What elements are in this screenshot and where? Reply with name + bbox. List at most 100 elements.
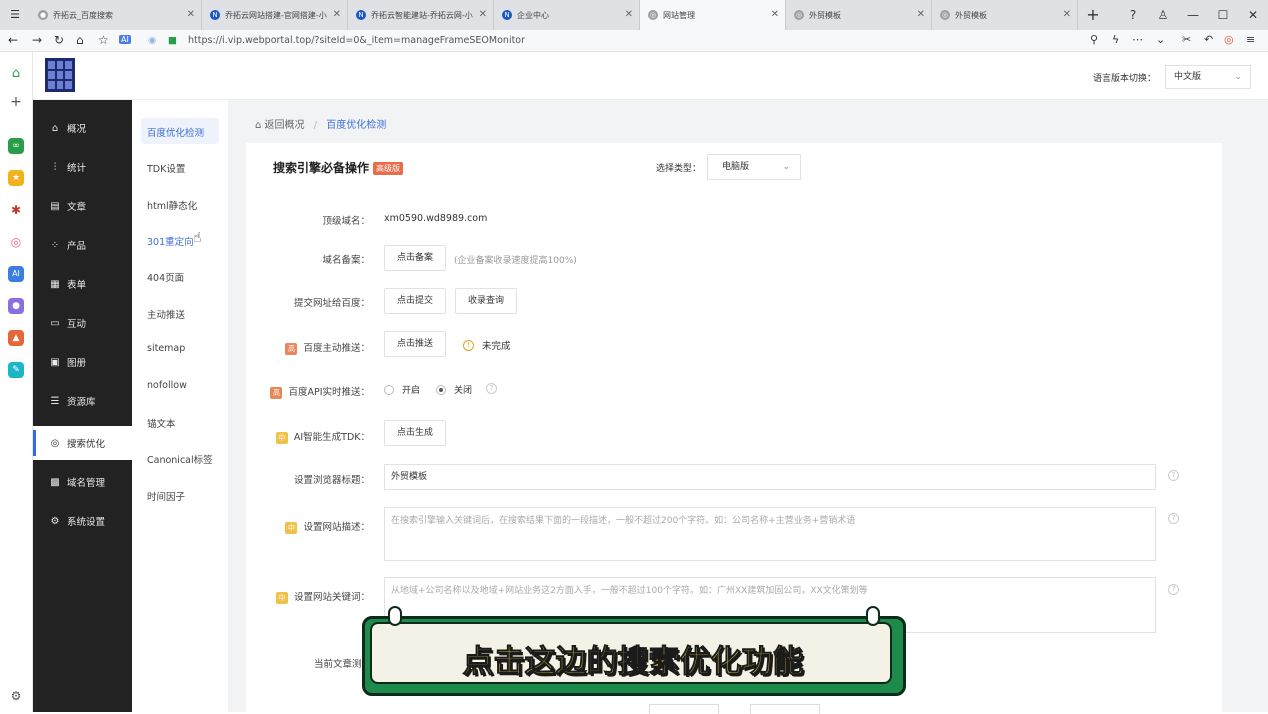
- type-label: 选择类型：: [656, 164, 702, 174]
- help-icon[interactable]: ?: [1168, 513, 1179, 524]
- home-icon[interactable]: ⌂: [76, 33, 84, 47]
- api-on-radio[interactable]: 开启: [384, 383, 420, 396]
- submit-button[interactable]: 点击提交: [384, 288, 446, 314]
- help-icon[interactable]: ?: [1168, 584, 1179, 595]
- submenu-item-anchor[interactable]: 锚文本: [147, 416, 176, 430]
- submenu-item-301[interactable]: 301重定向: [147, 234, 194, 248]
- app-header: 语言版本切换： 中文版 ⌄: [33, 52, 1268, 100]
- maximize-icon[interactable]: ☐: [1208, 0, 1238, 30]
- chevron-down-icon[interactable]: ⌄: [1156, 33, 1165, 46]
- close-icon[interactable]: ✕: [625, 9, 633, 20]
- browser-tab[interactable]: ● 乔拓云_百度搜索 ✕: [30, 0, 202, 30]
- settings-icon[interactable]: ⚙: [8, 688, 24, 704]
- close-icon[interactable]: ✕: [187, 9, 195, 20]
- more-icon[interactable]: ⋯: [1132, 33, 1143, 46]
- main-sidebar: ⌂ 概况 ⫶ 统计 ▤ 文章 ⁘ 产品 ▦ 表单 ▭ 互动 ▣ 图册 ☰ 资源库 ◎ 搜索优化 ▩…: [33, 100, 132, 712]
- sidebar-item-forms[interactable]: ▦ 表单: [33, 267, 132, 301]
- refresh-icon[interactable]: ↻: [54, 33, 64, 47]
- browser-tab[interactable]: N 企业中心 ✕: [494, 0, 640, 30]
- home-icon: ⌂: [51, 122, 59, 134]
- sidebar-item-seo[interactable]: ◎ 搜索优化: [33, 426, 132, 460]
- close-icon[interactable]: ✕: [917, 9, 925, 20]
- seo-submenu: 百度优化检测 TDK设置 html静态化 301重定向 404页面 主动推送 s…: [132, 100, 228, 712]
- browser-title-input[interactable]: 外贸模板: [384, 464, 1156, 490]
- language-select[interactable]: 中文版 ⌄: [1165, 65, 1251, 89]
- browser-tab[interactable]: N 乔拓云网站搭建-官网搭建-小 ✕: [202, 0, 348, 30]
- game-icon[interactable]: ▲: [8, 330, 24, 346]
- browser-logo-icon[interactable]: ◎: [1224, 33, 1234, 46]
- submenu-item-404[interactable]: 404页面: [147, 270, 184, 284]
- sidebar-item-stats[interactable]: ⫶ 统计: [33, 150, 132, 184]
- home-icon[interactable]: ⌂: [255, 120, 261, 131]
- submenu-item-push[interactable]: 主动推送: [147, 307, 185, 321]
- browser-tab[interactable]: ◎ 外贸模板 ✕: [932, 0, 1078, 30]
- sidebar-item-products[interactable]: ⁘ 产品: [33, 228, 132, 262]
- browser-menu-icon[interactable]: ☰: [0, 0, 30, 30]
- help-icon[interactable]: ?: [1168, 470, 1179, 481]
- star-icon[interactable]: ★: [8, 170, 24, 186]
- sidebar-item-resources[interactable]: ☰ 资源库: [33, 384, 132, 418]
- link-icon[interactable]: ∞: [8, 138, 24, 154]
- ai-generate-button[interactable]: 点击生成: [384, 420, 446, 446]
- submenu-item-canonical[interactable]: Canonical标签: [147, 452, 213, 466]
- sidebar-item-interaction[interactable]: ▭ 互动: [33, 306, 132, 340]
- ai-app-icon[interactable]: AI: [8, 266, 24, 282]
- scissors-icon[interactable]: ✂: [1182, 33, 1191, 46]
- plus-icon[interactable]: +: [8, 94, 24, 110]
- submenu-item-html-static[interactable]: html静态化: [147, 198, 197, 212]
- site-description-textarea[interactable]: 在搜索引擎输入关键词后，在搜索结果下面的一段描述，一般不超过200个字符。如：公…: [384, 507, 1156, 561]
- type-select[interactable]: 电脑版 ⌄: [707, 154, 801, 180]
- query-index-button[interactable]: 收录查询: [455, 288, 517, 314]
- submenu-item-nofollow[interactable]: nofollow: [147, 380, 187, 391]
- browser-title-value: 外贸模板: [391, 472, 428, 482]
- close-icon[interactable]: ✕: [1063, 9, 1071, 20]
- ai-swirl-icon[interactable]: ◎: [8, 234, 24, 250]
- bottom-button-partial[interactable]: [750, 704, 820, 714]
- browser-tab[interactable]: N 乔拓云智能建站-乔拓云网-小 ✕: [348, 0, 494, 30]
- beian-button[interactable]: 点击备案: [384, 245, 446, 271]
- medium-badge: 中: [285, 521, 298, 534]
- back-icon[interactable]: ←: [8, 33, 18, 47]
- sidebar-item-settings[interactable]: ⚙ 系统设置: [33, 504, 132, 538]
- help-icon[interactable]: ?: [486, 383, 497, 394]
- close-icon[interactable]: ✕: [479, 9, 487, 20]
- form-icon: ▦: [50, 278, 60, 290]
- submenu-item-time-factor[interactable]: 时间因子: [147, 489, 185, 503]
- push-label: 高百度主动推送：: [285, 340, 370, 355]
- browser-tab-active[interactable]: ◎ 网站管理 ✕: [640, 0, 786, 30]
- site-favicon-icon: N: [356, 10, 366, 20]
- zoom-icon[interactable]: ⚲: [1090, 33, 1098, 46]
- sidebar-item-overview[interactable]: ⌂ 概况: [33, 111, 132, 145]
- browser-title-label: 设置浏览器标题：: [293, 475, 370, 486]
- bookmark-star-icon[interactable]: ☆: [98, 33, 109, 47]
- submenu-item-tdk[interactable]: TDK设置: [147, 161, 185, 175]
- api-off-radio[interactable]: 关闭: [436, 383, 472, 396]
- bottom-button-partial[interactable]: [649, 704, 719, 714]
- undo-icon[interactable]: ↶: [1204, 33, 1213, 46]
- ai-icon[interactable]: AI: [119, 35, 131, 44]
- hamburger-icon[interactable]: ≡: [1246, 33, 1255, 46]
- chat-bubble-icon[interactable]: ●: [8, 298, 24, 314]
- app-icon[interactable]: ✎: [8, 362, 24, 378]
- sidebar-item-articles[interactable]: ▤ 文章: [33, 189, 132, 223]
- sidebar-item-domain[interactable]: ▩ 域名管理: [33, 465, 132, 499]
- home-icon[interactable]: ⌂: [8, 66, 24, 82]
- network-icon[interactable]: ✱: [8, 202, 24, 218]
- forward-icon[interactable]: →: [32, 33, 42, 47]
- new-tab-button[interactable]: +: [1078, 0, 1108, 30]
- close-icon[interactable]: ✕: [771, 9, 779, 20]
- close-icon[interactable]: ✕: [333, 9, 341, 20]
- shirt-icon[interactable]: ♙: [1148, 0, 1178, 30]
- submenu-item-baidu-check[interactable]: 百度优化检测: [147, 125, 204, 139]
- url-field[interactable]: ◉ ■ https://i.vip.webportal.top/?siteId=…: [140, 32, 1090, 50]
- sidebar-item-album[interactable]: ▣ 图册: [33, 345, 132, 379]
- breadcrumb-back-link[interactable]: 返回概况: [265, 120, 305, 131]
- minimize-icon[interactable]: —: [1178, 0, 1208, 30]
- lightning-icon[interactable]: ϟ: [1112, 33, 1119, 46]
- close-window-icon[interactable]: ✕: [1238, 0, 1268, 30]
- submenu-item-sitemap[interactable]: sitemap: [147, 343, 185, 354]
- sidebar-item-label: 统计: [67, 163, 87, 174]
- browser-tab[interactable]: ◎ 外贸模板 ✕: [786, 0, 932, 30]
- help-icon[interactable]: ?: [1118, 0, 1148, 30]
- push-button[interactable]: 点击推送: [384, 331, 446, 357]
